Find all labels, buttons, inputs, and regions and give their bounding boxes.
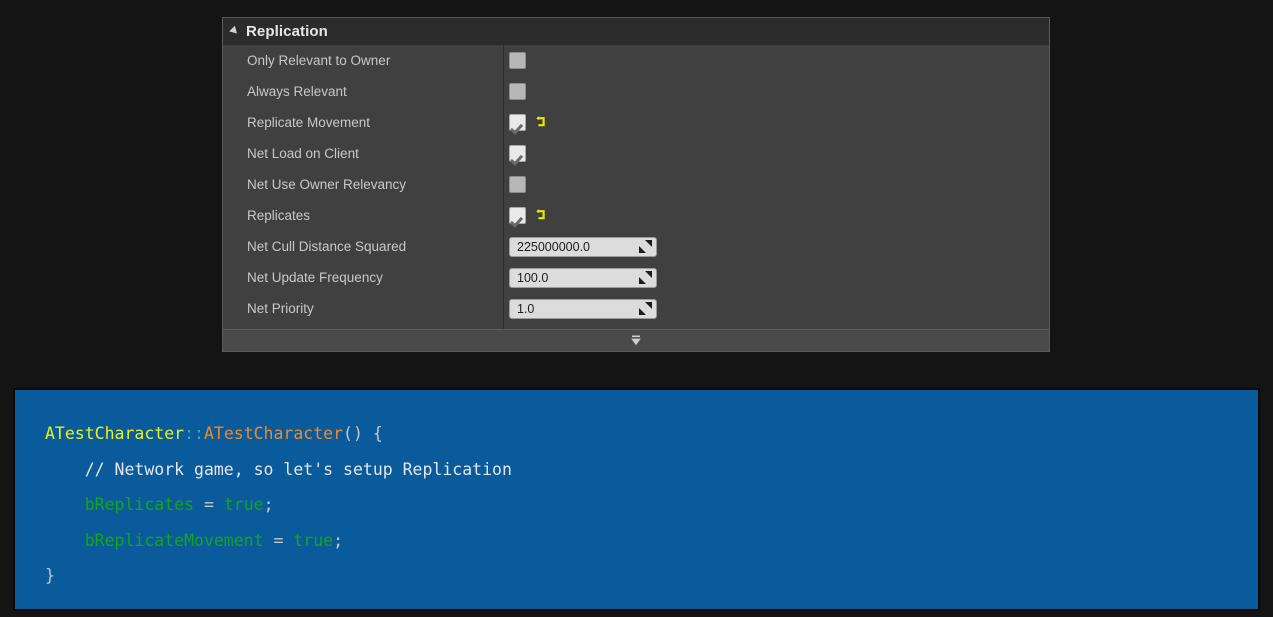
- number-input-value: 225000000.0: [517, 240, 639, 254]
- panel-header-replication[interactable]: Replication: [223, 17, 1049, 45]
- property-row: Net Update Frequency 100.0: [223, 262, 1049, 293]
- property-label: Only Relevant to Owner: [223, 53, 503, 68]
- panel-title: Replication: [246, 23, 328, 40]
- checkbox-always-relevant[interactable]: [509, 83, 526, 100]
- code-token: // Network game, so let's setup Replicat…: [45, 460, 512, 479]
- drag-spinner-icon[interactable]: [639, 302, 652, 315]
- property-rows: Only Relevant to Owner Always Relevant Rep…: [223, 45, 1049, 329]
- code-token: [194, 495, 204, 514]
- property-value: 1.0: [503, 299, 1049, 319]
- code-token: bReplicateMovement: [45, 531, 264, 550]
- number-input-value: 1.0: [517, 302, 639, 316]
- property-value: [503, 52, 1049, 69]
- property-row: Net Use Owner Relevancy: [223, 169, 1049, 200]
- code-token: true: [293, 531, 333, 550]
- code-token: bReplicates: [45, 495, 194, 514]
- triangle-down-icon[interactable]: [229, 26, 240, 37]
- property-label: Net Use Owner Relevancy: [223, 177, 503, 192]
- property-value: [503, 83, 1049, 100]
- code-token: }: [45, 566, 55, 585]
- checkbox-net-use-owner-relevancy[interactable]: [509, 176, 526, 193]
- property-label: Always Relevant: [223, 84, 503, 99]
- checkbox-replicates[interactable]: [509, 207, 526, 224]
- code-line: ATestCharacter::ATestCharacter() {: [45, 416, 1258, 452]
- property-value: [503, 114, 1049, 131]
- property-label: Net Cull Distance Squared: [223, 239, 503, 254]
- expand-more-icon[interactable]: [628, 335, 644, 347]
- code-block: ATestCharacter::ATestCharacter() { // Ne…: [13, 388, 1260, 611]
- replication-details-panel: Replication Only Relevant to Owner Always…: [222, 17, 1050, 352]
- property-row: Replicates: [223, 200, 1049, 231]
- checkbox-net-load-on-client[interactable]: [509, 145, 526, 162]
- code-token: () {: [343, 424, 383, 443]
- property-row: Only Relevant to Owner: [223, 45, 1049, 76]
- checkbox-replicate-movement[interactable]: [509, 114, 526, 131]
- checkbox-only-relevant-to-owner[interactable]: [509, 52, 526, 69]
- code-line: }: [45, 558, 1258, 594]
- screen-root: Replication Only Relevant to Owner Always…: [0, 0, 1273, 617]
- number-input-net-update-frequency[interactable]: 100.0: [509, 268, 657, 288]
- property-row: Always Relevant: [223, 76, 1049, 107]
- property-label: Net Update Frequency: [223, 270, 503, 285]
- property-value: 100.0: [503, 268, 1049, 288]
- drag-spinner-icon[interactable]: [639, 240, 652, 253]
- code-line: bReplicateMovement = true;: [45, 523, 1258, 559]
- property-label: Net Priority: [223, 301, 503, 316]
- reset-to-default-icon[interactable]: [534, 209, 548, 223]
- number-input-net-cull-distance-squared[interactable]: 225000000.0: [509, 237, 657, 257]
- code-token: [283, 531, 293, 550]
- property-value: [503, 145, 1049, 162]
- property-value: [503, 176, 1049, 193]
- property-row: Net Load on Client: [223, 138, 1049, 169]
- code-token: ;: [264, 495, 274, 514]
- property-label: Net Load on Client: [223, 146, 503, 161]
- number-input-net-priority[interactable]: 1.0: [509, 299, 657, 319]
- code-token: [264, 531, 274, 550]
- property-row: Replicate Movement: [223, 107, 1049, 138]
- drag-spinner-icon[interactable]: [639, 271, 652, 284]
- code-token: true: [224, 495, 264, 514]
- property-value: [503, 207, 1049, 224]
- code-token: ATestCharacter: [45, 424, 184, 443]
- code-token: =: [273, 531, 283, 550]
- code-token: ::: [184, 424, 204, 443]
- code-token: =: [204, 495, 214, 514]
- code-line: // Network game, so let's setup Replicat…: [45, 452, 1258, 488]
- panel-footer[interactable]: [223, 329, 1049, 351]
- code-token: ;: [333, 531, 343, 550]
- property-row: Net Priority 1.0: [223, 293, 1049, 324]
- property-label: Replicate Movement: [223, 115, 503, 130]
- code-token: [214, 495, 224, 514]
- property-row: Net Cull Distance Squared 225000000.0: [223, 231, 1049, 262]
- code-line: bReplicates = true;: [45, 487, 1258, 523]
- number-input-value: 100.0: [517, 271, 639, 285]
- reset-to-default-icon[interactable]: [534, 116, 548, 130]
- code-token: ATestCharacter: [204, 424, 343, 443]
- property-value: 225000000.0: [503, 237, 1049, 257]
- property-label: Replicates: [223, 208, 503, 223]
